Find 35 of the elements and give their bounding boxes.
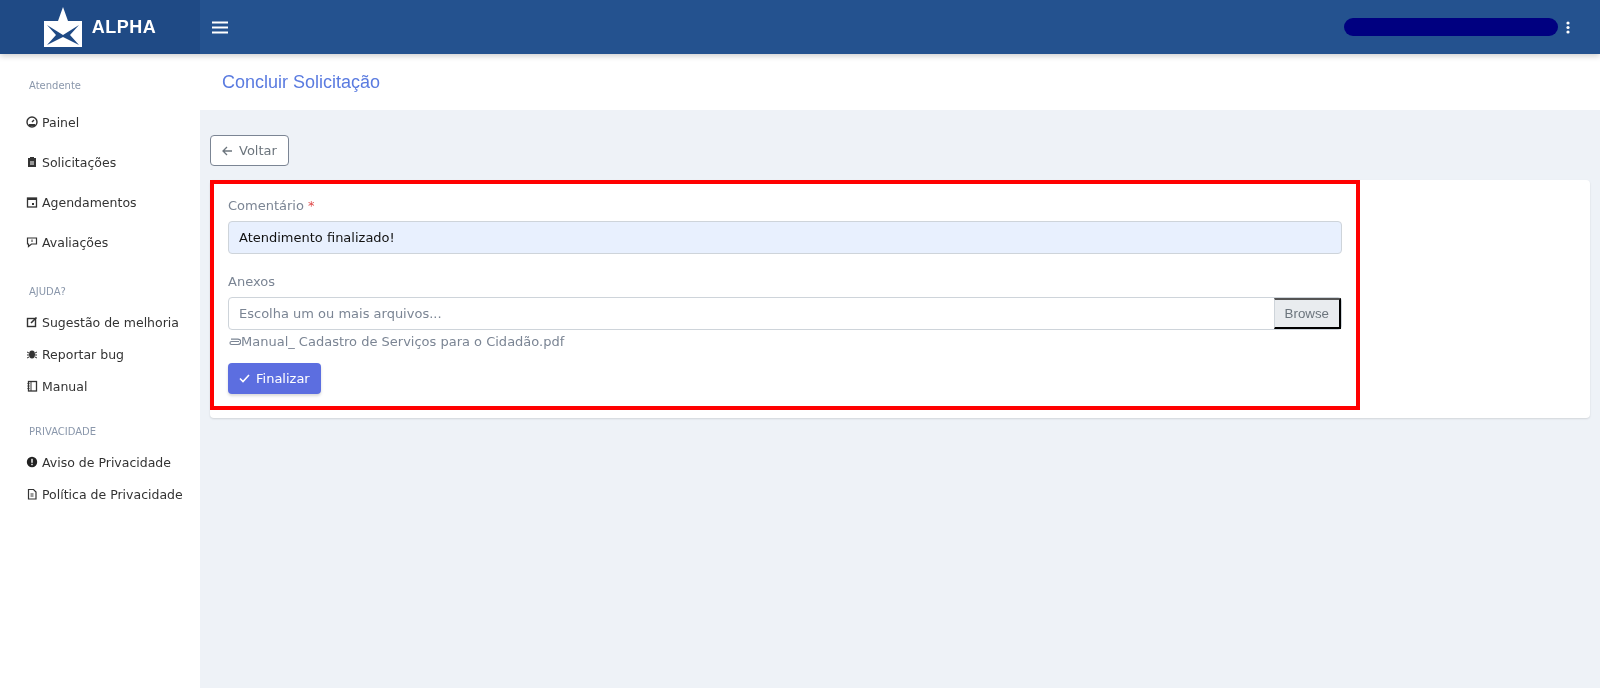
document-icon (26, 488, 38, 500)
exclamation-icon (26, 456, 38, 468)
sidebar-item[interactable]: Reportar bug (42, 346, 124, 362)
more-options-icon[interactable] (1566, 20, 1570, 34)
comment-icon (26, 236, 38, 248)
sidebar-section-title: PRIVACIDADE (29, 426, 97, 437)
sidebar-item[interactable]: Manual (42, 378, 88, 394)
sidebar-item[interactable]: Agendamentos (42, 194, 137, 210)
field-label: Anexos (228, 274, 276, 289)
paperclip-icon (228, 337, 241, 346)
clipboard-icon (26, 156, 38, 168)
field-label: Comentário * (228, 198, 316, 213)
notebook-icon (26, 380, 38, 392)
page-title: Concluir Solicitação (222, 71, 381, 93)
sidebar-item[interactable]: Sugestão de melhoria (42, 314, 179, 330)
bug-icon (26, 348, 38, 360)
arrow-left-icon (222, 145, 233, 156)
star-logo-icon (43, 7, 82, 47)
menu-icon[interactable] (212, 20, 228, 34)
sidebar-item[interactable]: Painel (42, 114, 80, 130)
sidebar-item[interactable]: Avaliações (42, 234, 109, 250)
sidebar-item[interactable]: Solicitações (42, 154, 117, 170)
sidebar-item[interactable]: Aviso de Privacidade (42, 454, 171, 470)
back-button[interactable]: Voltar (210, 135, 289, 166)
comment-field[interactable]: Atendimento finalizado! (228, 221, 1342, 254)
sidebar-item[interactable]: Política de Privacidade (42, 486, 183, 502)
sidebar-section-title: AJUDA? (29, 286, 66, 297)
attachment-link[interactable]: Manual_ Cadastro de Serviços para o Cidadão.pdf (241, 334, 565, 349)
gauge-icon (26, 116, 38, 128)
brand-name: ALPHA (91, 16, 157, 38)
check-icon (239, 374, 250, 383)
calendar-icon (26, 196, 38, 208)
sidebar-section-title: Atendente (29, 80, 81, 91)
finalize-button[interactable]: Finalizar (228, 363, 321, 394)
edit-icon (26, 316, 38, 328)
